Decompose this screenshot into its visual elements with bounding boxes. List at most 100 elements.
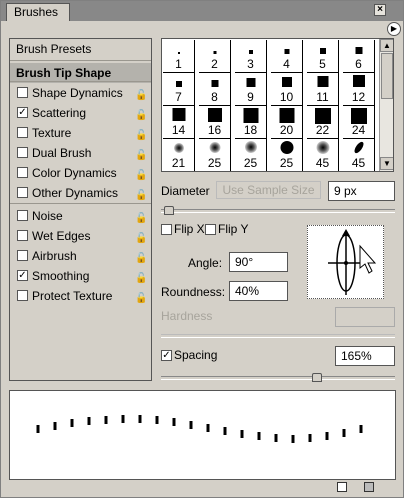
brush-tip-icon — [175, 81, 182, 87]
option-label: Scattering — [32, 106, 87, 120]
option-checkbox[interactable] — [17, 147, 28, 158]
option-checkbox[interactable] — [17, 250, 28, 261]
lock-icon[interactable]: 🔓 — [135, 289, 147, 309]
option-item-airbrush[interactable]: Airbrush 🔓 — [10, 246, 151, 266]
new-brush-icon[interactable] — [337, 482, 347, 492]
stroke-dash — [223, 427, 227, 435]
stroke-preview — [9, 390, 396, 480]
option-item-dual-brush[interactable]: Dual Brush 🔓 — [10, 143, 151, 163]
option-checkbox[interactable] — [17, 87, 28, 98]
brush-tip-icon — [209, 142, 220, 153]
brush-tip-icon — [284, 49, 289, 54]
brush-tip-icon — [172, 108, 185, 121]
option-checkbox[interactable]: ✓ — [17, 270, 28, 281]
brush-preset[interactable]: 12 — [343, 73, 375, 106]
option-item-protect-texture[interactable]: Protect Texture 🔓 — [10, 286, 151, 306]
brush-preset[interactable]: 10 — [271, 73, 303, 106]
brush-preset[interactable]: 11 — [307, 73, 339, 106]
option-item-smoothing[interactable]: ✓ Smoothing 🔓 — [10, 266, 151, 286]
angle-label: Angle: — [188, 256, 223, 270]
brush-size-label: 20 — [279, 123, 294, 137]
brush-preset[interactable]: 16 — [199, 106, 231, 139]
brush-preset[interactable]: 2 — [199, 40, 231, 73]
option-checkbox[interactable] — [17, 167, 28, 178]
option-checkbox[interactable] — [17, 127, 28, 138]
list-separator — [10, 60, 151, 61]
diameter-slider[interactable] — [161, 209, 395, 213]
flip-x-checkbox[interactable] — [161, 224, 172, 235]
brush-preset[interactable]: 9 — [235, 73, 267, 106]
stroke-dash — [274, 434, 278, 442]
brush-size-label: 4 — [283, 57, 290, 71]
brush-preset[interactable]: 18 — [235, 106, 267, 139]
brush-preset[interactable]: 21 — [163, 139, 195, 171]
brush-preset[interactable]: 4 — [271, 40, 303, 73]
brush-preset[interactable]: 5 — [307, 40, 339, 73]
tab-brushes[interactable]: Brushes — [6, 3, 70, 21]
brush-preset[interactable]: 45 — [307, 139, 339, 171]
option-item-texture[interactable]: Texture 🔓 — [10, 123, 151, 143]
spacing-slider[interactable] — [161, 376, 395, 380]
brush-preset[interactable]: 25 — [271, 139, 303, 171]
option-item-other-dynamics[interactable]: Other Dynamics 🔓 — [10, 183, 151, 203]
hardness-slider[interactable] — [161, 334, 395, 338]
diameter-label: Diameter — [161, 184, 210, 198]
brush-grid-scrollbar[interactable]: ▲ ▼ — [379, 39, 393, 171]
brush-preset[interactable]: 8 — [199, 73, 231, 106]
hardness-field[interactable] — [335, 307, 395, 327]
option-checkbox[interactable]: ✓ — [17, 107, 28, 118]
stroke-dash — [70, 419, 74, 427]
brush-preset[interactable]: 24 — [343, 106, 375, 139]
brush-preset[interactable]: 25 — [199, 139, 231, 171]
angle-field[interactable]: 90° — [229, 252, 288, 272]
flip-y-checkbox[interactable] — [205, 224, 216, 235]
option-checkbox[interactable] — [17, 230, 28, 241]
brush-preset[interactable]: 20 — [271, 106, 303, 139]
brush-preset[interactable]: 7 — [163, 73, 195, 106]
option-checkbox[interactable] — [17, 210, 28, 221]
brush-preset[interactable]: 45 — [343, 139, 375, 171]
delete-brush-icon[interactable] — [363, 482, 374, 492]
scroll-up-icon[interactable]: ▲ — [380, 39, 393, 52]
scroll-thumb[interactable] — [381, 53, 393, 99]
option-item-color-dynamics[interactable]: Color Dynamics 🔓 — [10, 163, 151, 183]
brush-preset[interactable]: 3 — [235, 40, 267, 73]
option-item-brush-presets[interactable]: Brush Presets — [10, 39, 151, 59]
option-item-wet-edges[interactable]: Wet Edges 🔓 — [10, 226, 151, 246]
brush-tip-icon — [319, 48, 326, 54]
diameter-field[interactable]: 9 px — [328, 181, 395, 201]
option-checkbox[interactable] — [17, 187, 28, 198]
option-label: Brush Presets — [16, 42, 92, 56]
brush-tip-grid: 1 2 3 4 5 6 7 8 9 10 11 12 14 16 18 20 22 24 21 25 25 25 45 45 … — [161, 38, 394, 172]
option-item-shape-dynamics[interactable]: Shape Dynamics 🔓 — [10, 83, 151, 103]
brush-tip-icon — [352, 140, 365, 155]
brush-tip-icon — [244, 141, 257, 153]
brush-preset[interactable]: 14 — [163, 106, 195, 139]
scroll-down-icon[interactable]: ▼ — [380, 157, 393, 170]
stroke-dash — [104, 416, 108, 424]
option-item-noise[interactable]: Noise 🔓 — [10, 206, 151, 226]
use-sample-size-button[interactable]: Use Sample Size — [216, 181, 321, 199]
close-icon[interactable]: × — [374, 4, 386, 16]
brush-preset[interactable]: 25 — [235, 139, 267, 171]
diameter-slider-knob[interactable] — [164, 206, 174, 215]
panel-menu-icon[interactable]: ▶ — [387, 22, 401, 36]
brush-tip-icon — [280, 141, 293, 154]
brush-angle-icon — [328, 229, 377, 295]
option-item-scattering[interactable]: ✓ Scattering 🔓 — [10, 103, 151, 123]
angle-roundness-widget[interactable] — [307, 225, 384, 299]
brush-tip-icon — [352, 75, 365, 87]
brush-size-label: 45 — [351, 156, 366, 170]
option-item-brush-tip-shape[interactable]: Brush Tip Shape — [10, 63, 151, 83]
roundness-field[interactable]: 40% — [229, 281, 288, 301]
brush-preset[interactable]: 1 — [163, 40, 195, 73]
spacing-field[interactable]: 165% — [335, 346, 395, 366]
brush-preset[interactable]: 6 — [343, 40, 375, 73]
brush-size-label: 5 — [319, 57, 326, 71]
spacing-slider-knob[interactable] — [312, 373, 322, 382]
option-checkbox[interactable] — [17, 290, 28, 301]
spacing-checkbox[interactable]: ✓ — [161, 350, 172, 361]
brush-tip-icon — [177, 52, 180, 54]
brush-tip-icon — [281, 77, 292, 87]
brush-preset[interactable]: 22 — [307, 106, 339, 139]
